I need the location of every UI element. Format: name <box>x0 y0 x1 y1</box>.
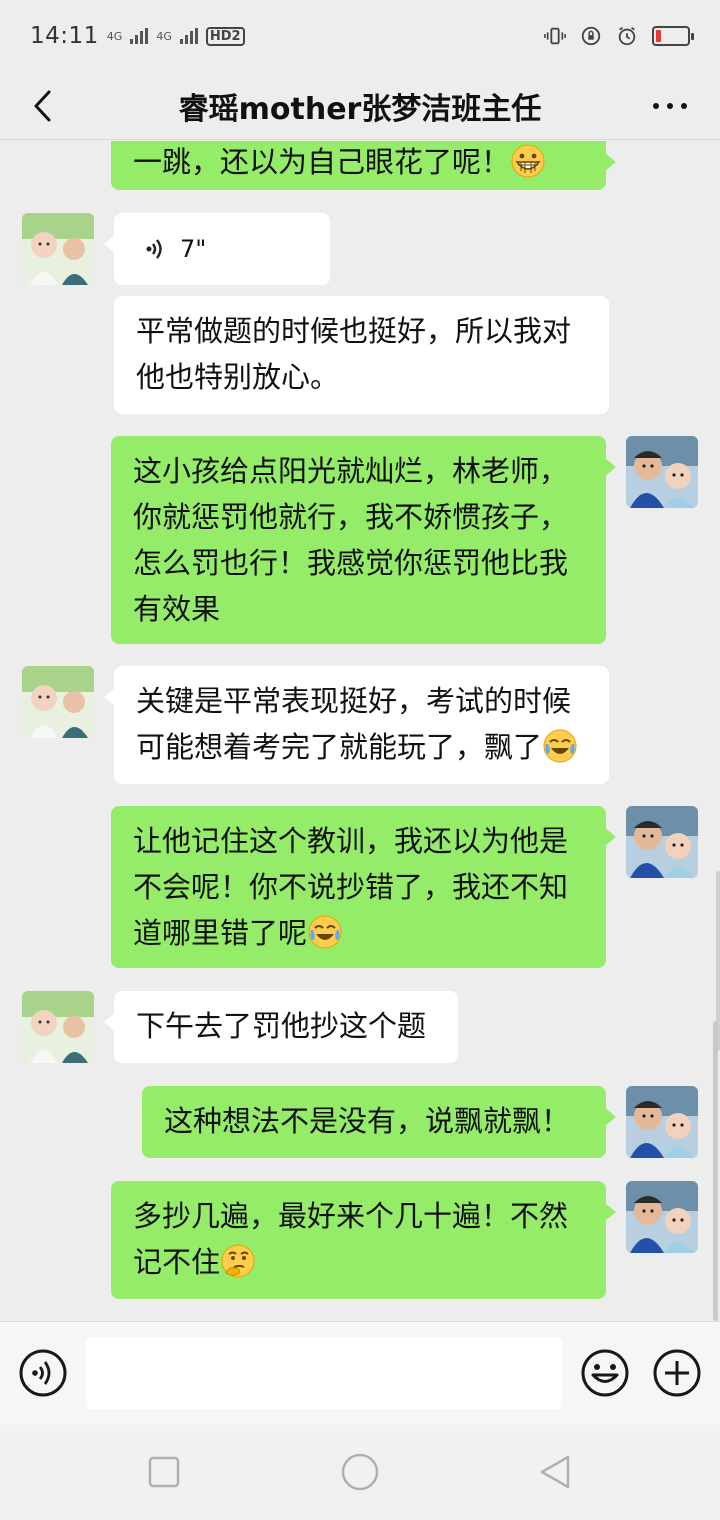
message-line-text: 道哪里错了呢 <box>133 916 308 950</box>
avatar-boys-photo <box>626 436 698 508</box>
more-button[interactable] <box>650 86 690 126</box>
laugh-cry-emoji-icon <box>543 729 577 763</box>
message-line: 道哪里错了呢 <box>133 910 584 956</box>
message-line: 这小孩给点阳光就灿烂，林老师， <box>133 454 569 488</box>
message-line: 怎么罚也行！我感觉你惩罚他比我 <box>133 546 569 580</box>
message-bubble-sent[interactable]: 让他记住这个教训，我还以为他是 不会呢！你不说抄错了，我还不知 道哪里错了呢 <box>111 806 616 968</box>
message-line: 平常做题的时候也挺好，所以我对 <box>136 314 572 348</box>
status-bar: 14:11 4G 4G HD2 <box>0 0 720 72</box>
message-bubble-sent[interactable]: 多抄几遍，最好来个几十遍！不然 记不住 <box>111 1181 616 1299</box>
thinking-emoji-icon <box>221 1244 255 1278</box>
more-dots-icon <box>653 103 687 109</box>
voice-input-toggle-icon[interactable] <box>18 1348 68 1398</box>
hd-voice-icon: HD2 <box>205 26 245 46</box>
input-bar <box>0 1321 720 1425</box>
signal-icon <box>179 28 198 44</box>
avatar-boys-photo <box>626 806 698 878</box>
status-time: 14:11 <box>30 23 99 49</box>
message-bubble-received[interactable]: 关键是平常表现挺好，考试的时候 可能想着考完了就能玩了，飘了 <box>104 666 609 784</box>
alarm-icon <box>618 26 636 46</box>
message-line: 可能想着考完了就能玩了，飘了 <box>136 724 587 770</box>
message-bubble-sent[interactable]: 一跳，还以为自己眼花了呢！ <box>111 141 616 190</box>
voice-wave-icon <box>146 239 162 259</box>
avatar-baby-photo <box>22 991 94 1063</box>
status-left: 14:11 4G 4G HD2 <box>30 23 245 49</box>
avatar-baby-photo <box>22 213 94 285</box>
message-line: 记不住 <box>133 1239 584 1285</box>
chevron-left-icon <box>34 90 51 122</box>
avatar[interactable] <box>22 213 94 285</box>
vibrate-icon <box>544 27 566 45</box>
lock-rotation-icon <box>581 26 601 46</box>
voice-message-bubble[interactable]: 7" <box>104 213 330 285</box>
voice-content: 7" <box>142 226 206 272</box>
home-circle-icon[interactable] <box>340 1452 380 1492</box>
message-line: 这种想法不是没有，说飘就飘！ <box>164 1104 571 1138</box>
avatar[interactable] <box>22 666 94 738</box>
avatar-boys-photo <box>626 1086 698 1158</box>
emoji-picker-icon[interactable] <box>580 1348 630 1398</box>
message-line: 多抄几遍，最好来个几十遍！不然 <box>133 1199 569 1233</box>
message-input[interactable] <box>86 1337 562 1409</box>
chat-title: 睿瑶mother张梦洁班主任 <box>178 91 542 127</box>
signal-icon <box>130 28 149 44</box>
voice-duration: 7" <box>180 235 207 263</box>
message-bubble-received[interactable]: 平常做题的时候也挺好，所以我对 他也特别放心。 <box>114 296 609 414</box>
avatar[interactable] <box>22 991 94 1063</box>
chat-header: 睿瑶mother张梦洁班主任 <box>0 72 720 140</box>
network-type-2: 4G <box>156 29 172 43</box>
back-triangle-icon[interactable] <box>536 1452 576 1492</box>
message-line: 关键是平常表现挺好，考试的时候 <box>136 684 572 718</box>
message-line: 有效果 <box>133 592 221 626</box>
avatar-baby-photo <box>22 666 94 738</box>
status-right <box>544 25 694 47</box>
message-line-text: 记不住 <box>133 1245 221 1279</box>
message-line: 你就惩罚他就行，我不娇惯孩子， <box>133 500 569 534</box>
network-type-1: 4G <box>106 29 123 43</box>
avatar-boys-photo <box>626 1181 698 1253</box>
laugh-cry-emoji-icon <box>308 915 342 949</box>
my-avatar[interactable] <box>626 806 698 878</box>
system-nav-bar <box>0 1425 720 1520</box>
plus-more-icon[interactable] <box>652 1348 702 1398</box>
message-line: 让他记住这个教训，我还以为他是 <box>133 824 569 858</box>
back-button[interactable] <box>22 86 62 126</box>
message-line: 不会呢！你不说抄错了，我还不知 <box>133 870 569 904</box>
my-avatar[interactable] <box>626 436 698 508</box>
message-line: 下午去了罚他抄这个题 <box>136 1009 427 1043</box>
my-avatar[interactable] <box>626 1086 698 1158</box>
message-bubble-sent[interactable]: 这种想法不是没有，说飘就飘！ <box>142 1086 616 1158</box>
message-line-text: 可能想着考完了就能玩了，飘了 <box>136 730 543 764</box>
battery-icon <box>652 26 694 46</box>
message-bubble-sent[interactable]: 这小孩给点阳光就灿烂，林老师， 你就惩罚他就行，我不娇惯孩子， 怎么罚也行！我感… <box>111 436 616 644</box>
scrollbar[interactable] <box>713 1021 718 1321</box>
message-list[interactable]: 一跳，还以为自己眼花了呢！ 7" 平常做题的时候也挺好，所以我对 他也特别放心。… <box>0 141 720 1321</box>
my-avatar[interactable] <box>626 1181 698 1253</box>
grin-emoji-icon <box>511 144 545 178</box>
recents-square-icon[interactable] <box>144 1452 184 1492</box>
message-text: 一跳，还以为自己眼花了呢！ <box>133 145 511 179</box>
message-line: 他也特别放心。 <box>136 360 340 394</box>
message-bubble-received[interactable]: 下午去了罚他抄这个题 <box>104 991 458 1063</box>
